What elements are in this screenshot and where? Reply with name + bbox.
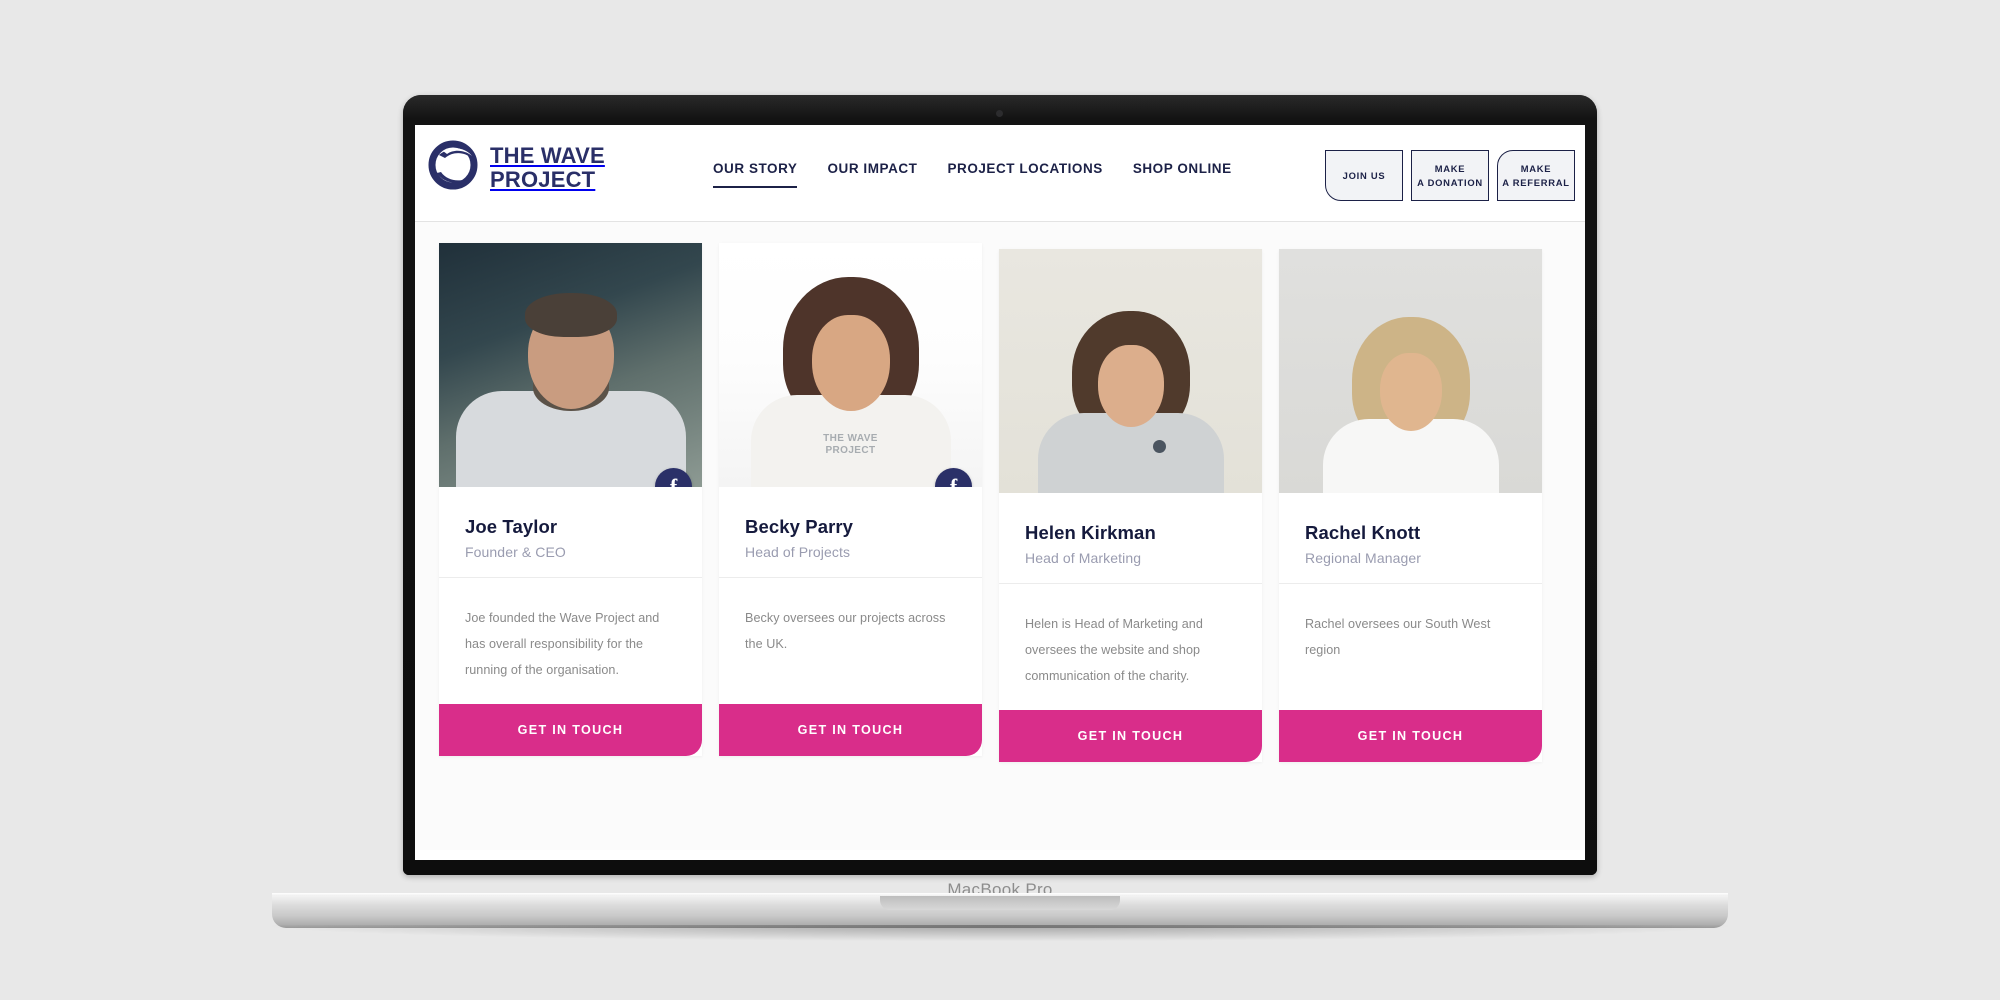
make-a-donation-button[interactable]: MAKE A DONATION — [1411, 150, 1489, 201]
member-photo — [999, 249, 1262, 493]
member-identity: Rachel Knott Regional Manager — [1279, 493, 1542, 584]
nav-item-our-story[interactable]: OUR STORY — [713, 161, 798, 188]
brand-wordmark: THE WAVE PROJECT — [490, 144, 605, 191]
laptop-base-shadow — [272, 925, 1728, 941]
wave-circle-logo-icon — [427, 139, 479, 196]
member-name: Joe Taylor — [465, 516, 558, 537]
member-identity: Helen Kirkman Head of Marketing — [999, 493, 1262, 584]
make-a-referral-button[interactable]: MAKE A REFERRAL — [1497, 150, 1575, 201]
referral-label-line1: MAKE — [1520, 162, 1552, 174]
donation-label-line1: MAKE — [1434, 162, 1466, 174]
main-navigation: OUR STORY OUR IMPACT PROJECT LOCATIONS S… — [713, 161, 1232, 188]
laptop-mockup: THE WAVE PROJECT OUR STORY OUR IMPACT PR… — [0, 0, 2000, 1000]
member-photo-image — [1279, 249, 1542, 493]
referral-label-line2: A REFERRAL — [1502, 176, 1570, 188]
shirt-text-line2: PROJECT — [825, 444, 876, 456]
team-card[interactable]: THE WAVE PROJECT f Becky Parry Head of P… — [719, 243, 982, 756]
nav-item-shop-online[interactable]: SHOP ONLINE — [1133, 161, 1232, 186]
member-role: Head of Marketing — [1025, 550, 1142, 566]
member-photo: f — [439, 243, 702, 487]
member-photo-image: THE WAVE PROJECT — [719, 243, 982, 487]
member-role: Regional Manager — [1305, 550, 1422, 566]
member-bio-text: Becky oversees our projects across the U… — [745, 611, 946, 651]
member-bio: Becky oversees our projects across the U… — [719, 578, 982, 704]
brand-line-2: PROJECT — [490, 166, 596, 192]
member-name: Helen Kirkman — [1025, 522, 1156, 543]
member-photo-image — [999, 249, 1262, 493]
viewport-bottom-edge — [415, 850, 1585, 860]
member-bio: Joe founded the Wave Project and has ove… — [439, 578, 702, 704]
team-grid: f Joe Taylor Founder & CEO Joe founded t… — [415, 243, 1585, 762]
member-photo — [1279, 249, 1542, 493]
team-card[interactable]: Rachel Knott Regional Manager Rachel ove… — [1279, 249, 1542, 762]
header-actions: JOIN US MAKE A DONATION MAKE A REFERRAL — [1325, 150, 1575, 201]
get-in-touch-button[interactable]: GET IN TOUCH — [719, 704, 982, 756]
member-name: Becky Parry — [745, 516, 854, 537]
member-bio: Rachel oversees our South West region — [1279, 584, 1542, 710]
site-header: THE WAVE PROJECT OUR STORY OUR IMPACT PR… — [415, 125, 1585, 222]
member-bio-text: Joe founded the Wave Project and has ove… — [465, 611, 660, 677]
webcam-icon — [996, 110, 1003, 117]
team-card[interactable]: f Joe Taylor Founder & CEO Joe founded t… — [439, 243, 702, 756]
join-us-label: JOIN US — [1342, 169, 1386, 181]
member-identity: Joe Taylor Founder & CEO — [439, 487, 702, 578]
shirt-text-line1: THE WAVE — [823, 433, 878, 444]
laptop-base-notch — [880, 896, 1120, 910]
member-photo: THE WAVE PROJECT f — [719, 243, 982, 487]
team-card[interactable]: Helen Kirkman Head of Marketing Helen is… — [999, 249, 1262, 762]
nav-item-our-impact[interactable]: OUR IMPACT — [827, 161, 917, 186]
nav-item-project-locations[interactable]: PROJECT LOCATIONS — [947, 161, 1102, 186]
get-in-touch-button[interactable]: GET IN TOUCH — [439, 704, 702, 756]
member-role: Founder & CEO — [465, 544, 566, 560]
member-bio-text: Rachel oversees our South West region — [1305, 617, 1491, 657]
get-in-touch-button[interactable]: GET IN TOUCH — [999, 710, 1262, 762]
join-us-button[interactable]: JOIN US — [1325, 150, 1403, 201]
website-viewport: THE WAVE PROJECT OUR STORY OUR IMPACT PR… — [415, 125, 1585, 860]
member-name: Rachel Knott — [1305, 522, 1421, 543]
get-in-touch-button[interactable]: GET IN TOUCH — [1279, 710, 1542, 762]
member-photo-image — [439, 243, 702, 487]
donation-label-line2: A DONATION — [1417, 176, 1483, 188]
brand-logo[interactable]: THE WAVE PROJECT — [427, 139, 605, 196]
member-role: Head of Projects — [745, 544, 851, 560]
member-bio: Helen is Head of Marketing and oversees … — [999, 584, 1262, 710]
member-bio-text: Helen is Head of Marketing and oversees … — [1025, 617, 1203, 683]
brand-line-1: THE WAVE — [490, 143, 605, 169]
team-section: f Joe Taylor Founder & CEO Joe founded t… — [415, 222, 1585, 860]
member-identity: Becky Parry Head of Projects — [719, 487, 982, 578]
